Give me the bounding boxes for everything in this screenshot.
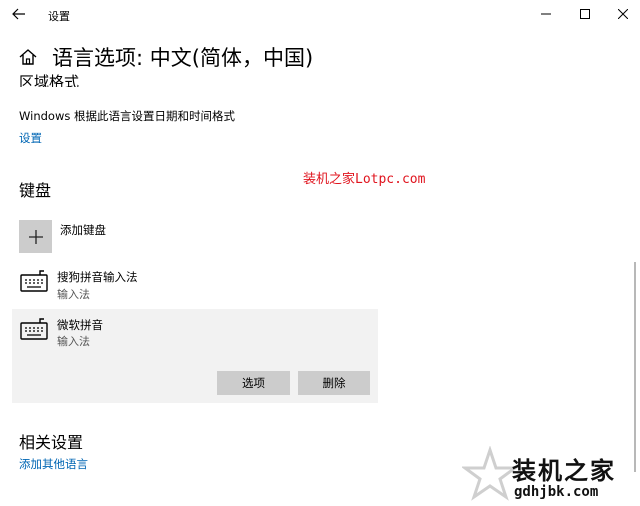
keyboard-item-name: 搜狗拼音输入法: [57, 270, 138, 284]
maximize-button[interactable]: [565, 2, 605, 26]
region-settings-link[interactable]: 设置: [19, 130, 42, 146]
watermark-logo: 装机之家 gdhjbk.com: [462, 446, 637, 504]
add-keyboard-button[interactable]: [19, 220, 52, 253]
star-icon: [462, 446, 518, 501]
back-arrow-icon: [12, 8, 25, 20]
watermark-url: gdhjbk.com: [514, 484, 599, 500]
page-title: 语言选项: 中文(简体，中国): [52, 46, 314, 70]
delete-button[interactable]: 删除: [298, 371, 370, 395]
keyboard-item-type: 输入法: [57, 288, 90, 301]
minimize-button[interactable]: [526, 2, 566, 26]
window-title: 设置: [48, 10, 70, 23]
back-button[interactable]: [8, 4, 30, 24]
add-language-link[interactable]: 添加其他语言: [19, 456, 88, 472]
close-button[interactable]: [603, 2, 640, 26]
region-format-heading: 区域格式: [19, 73, 80, 87]
related-settings-heading: 相关设置: [19, 433, 84, 452]
title-bar: 设置: [0, 0, 640, 30]
maximize-icon: [580, 9, 590, 19]
region-format-description: Windows 根据此语言设置日期和时间格式: [19, 109, 235, 123]
options-button[interactable]: 选项: [217, 371, 290, 395]
keyboard-icon: [20, 270, 48, 292]
keyboard-icon: [20, 318, 48, 340]
watermark-text: 装机之家Lotpc.com: [303, 172, 426, 187]
home-icon[interactable]: [18, 47, 38, 67]
watermark-brand: 装机之家: [512, 457, 616, 485]
plus-icon: [28, 229, 43, 244]
scrollbar[interactable]: [634, 262, 636, 472]
keyboard-item-type: 输入法: [57, 335, 90, 348]
keyboard-heading: 键盘: [19, 181, 52, 200]
close-icon: [618, 9, 628, 19]
add-keyboard-label[interactable]: 添加键盘: [60, 222, 106, 238]
minimize-icon: [541, 13, 551, 15]
keyboard-item-name: 微软拼音: [57, 318, 103, 332]
